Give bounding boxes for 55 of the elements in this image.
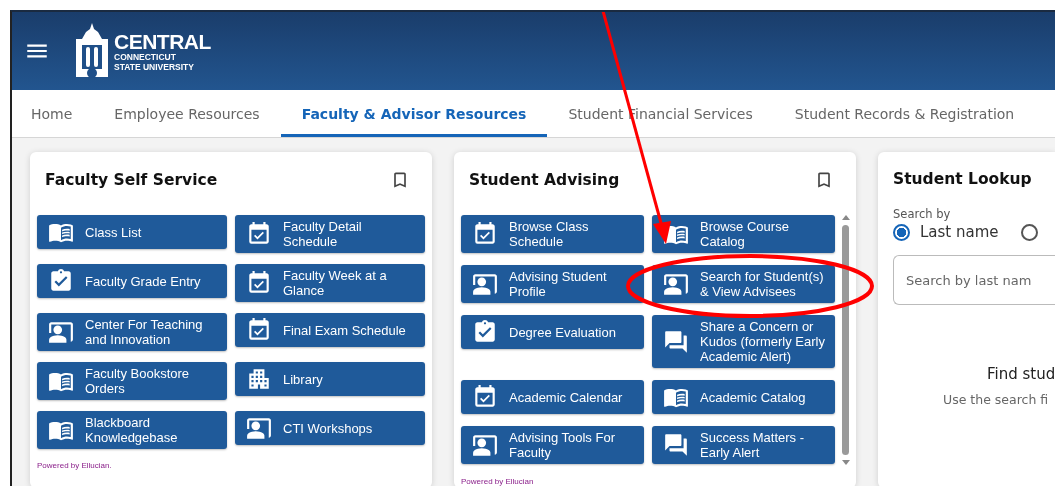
logo-name: CENTRAL bbox=[114, 31, 211, 52]
empty-state-title: Find stud bbox=[987, 365, 1055, 383]
powered-by-text: Powered by Ellucian. bbox=[36, 460, 113, 470]
link-button[interactable]: Search for Student(s) & View Advisees bbox=[652, 265, 835, 303]
card-title: Student Lookup bbox=[893, 170, 1033, 188]
card-title: Faculty Self Service bbox=[45, 171, 218, 189]
calendar-check-icon bbox=[246, 221, 272, 247]
link-button[interactable]: CTI Workshops bbox=[235, 411, 425, 445]
link-button[interactable]: Class List bbox=[37, 215, 227, 249]
link-button[interactable]: Advising Tools For Faculty bbox=[461, 426, 644, 464]
presenter-icon bbox=[472, 271, 498, 297]
chat-icon bbox=[663, 328, 689, 355]
logo-subtitle: STATE UNIVERSITY bbox=[114, 62, 195, 71]
nav-tab[interactable]: Student Records & Registration bbox=[773, 93, 1036, 137]
presenter-icon bbox=[663, 271, 689, 297]
field-label: Search by bbox=[893, 207, 951, 221]
powered-by-text: Powered by Ellucian bbox=[460, 476, 535, 486]
presenter-icon bbox=[472, 432, 498, 458]
link-button[interactable]: Faculty Grade Entry bbox=[37, 264, 227, 298]
calendar-check-icon bbox=[472, 221, 498, 247]
link-button[interactable]: Final Exam Schedule bbox=[235, 313, 425, 347]
link-button[interactable]: Degree Evaluation bbox=[461, 315, 644, 349]
link-button[interactable]: Academic Calendar bbox=[461, 380, 644, 414]
link-button[interactable]: Center For Teaching and Innovation bbox=[37, 313, 227, 351]
building-icon bbox=[246, 366, 272, 392]
empty-state-hint: Use the search fi bbox=[943, 392, 1049, 407]
radio-button[interactable] bbox=[1020, 223, 1038, 241]
link-button[interactable]: Faculty Bookstore Orders bbox=[37, 362, 227, 400]
link-button[interactable]: Success Matters - Early Alert bbox=[652, 426, 835, 464]
presenter-icon bbox=[48, 319, 74, 345]
card-title: Student Advising bbox=[469, 171, 620, 189]
link-button[interactable]: Share a Concern or Kudos (formerly Early Academic Alert) bbox=[652, 315, 835, 368]
link-button[interactable]: Academic Catalog bbox=[652, 380, 835, 414]
link-button[interactable]: Faculty Detail Schedule bbox=[235, 215, 425, 253]
clipboard-check-icon bbox=[48, 268, 74, 294]
chat-icon bbox=[663, 432, 689, 458]
calendar-check-icon bbox=[472, 384, 498, 410]
radio-label: Last name bbox=[920, 223, 999, 241]
search-field[interactable]: Search by last nam bbox=[893, 255, 1055, 305]
radio-button[interactable] bbox=[893, 223, 910, 241]
logo-subtitle: CONNECTICUT bbox=[114, 53, 177, 62]
calendar-check-icon bbox=[246, 270, 272, 296]
link-button[interactable]: Blackboard Knowledgebase bbox=[37, 411, 227, 449]
link-button[interactable]: Browse Course Catalog bbox=[652, 215, 835, 253]
nav-tab[interactable]: Employee Resources bbox=[93, 93, 281, 137]
link-button[interactable]: Faculty Week at a Glance bbox=[235, 264, 425, 302]
calendar-check-icon bbox=[246, 317, 272, 343]
nav-tab[interactable]: Home bbox=[12, 93, 94, 137]
link-button[interactable]: Browse Class Schedule bbox=[461, 215, 644, 253]
nav-tab[interactable]: Faculty & Advisor Resources bbox=[280, 93, 548, 137]
link-button[interactable]: Library bbox=[235, 362, 425, 396]
presenter-icon bbox=[246, 415, 272, 441]
link-button[interactable]: Advising Student Profile bbox=[461, 265, 644, 303]
clipboard-check-icon bbox=[472, 319, 498, 345]
logo-building-icon bbox=[74, 23, 110, 79]
